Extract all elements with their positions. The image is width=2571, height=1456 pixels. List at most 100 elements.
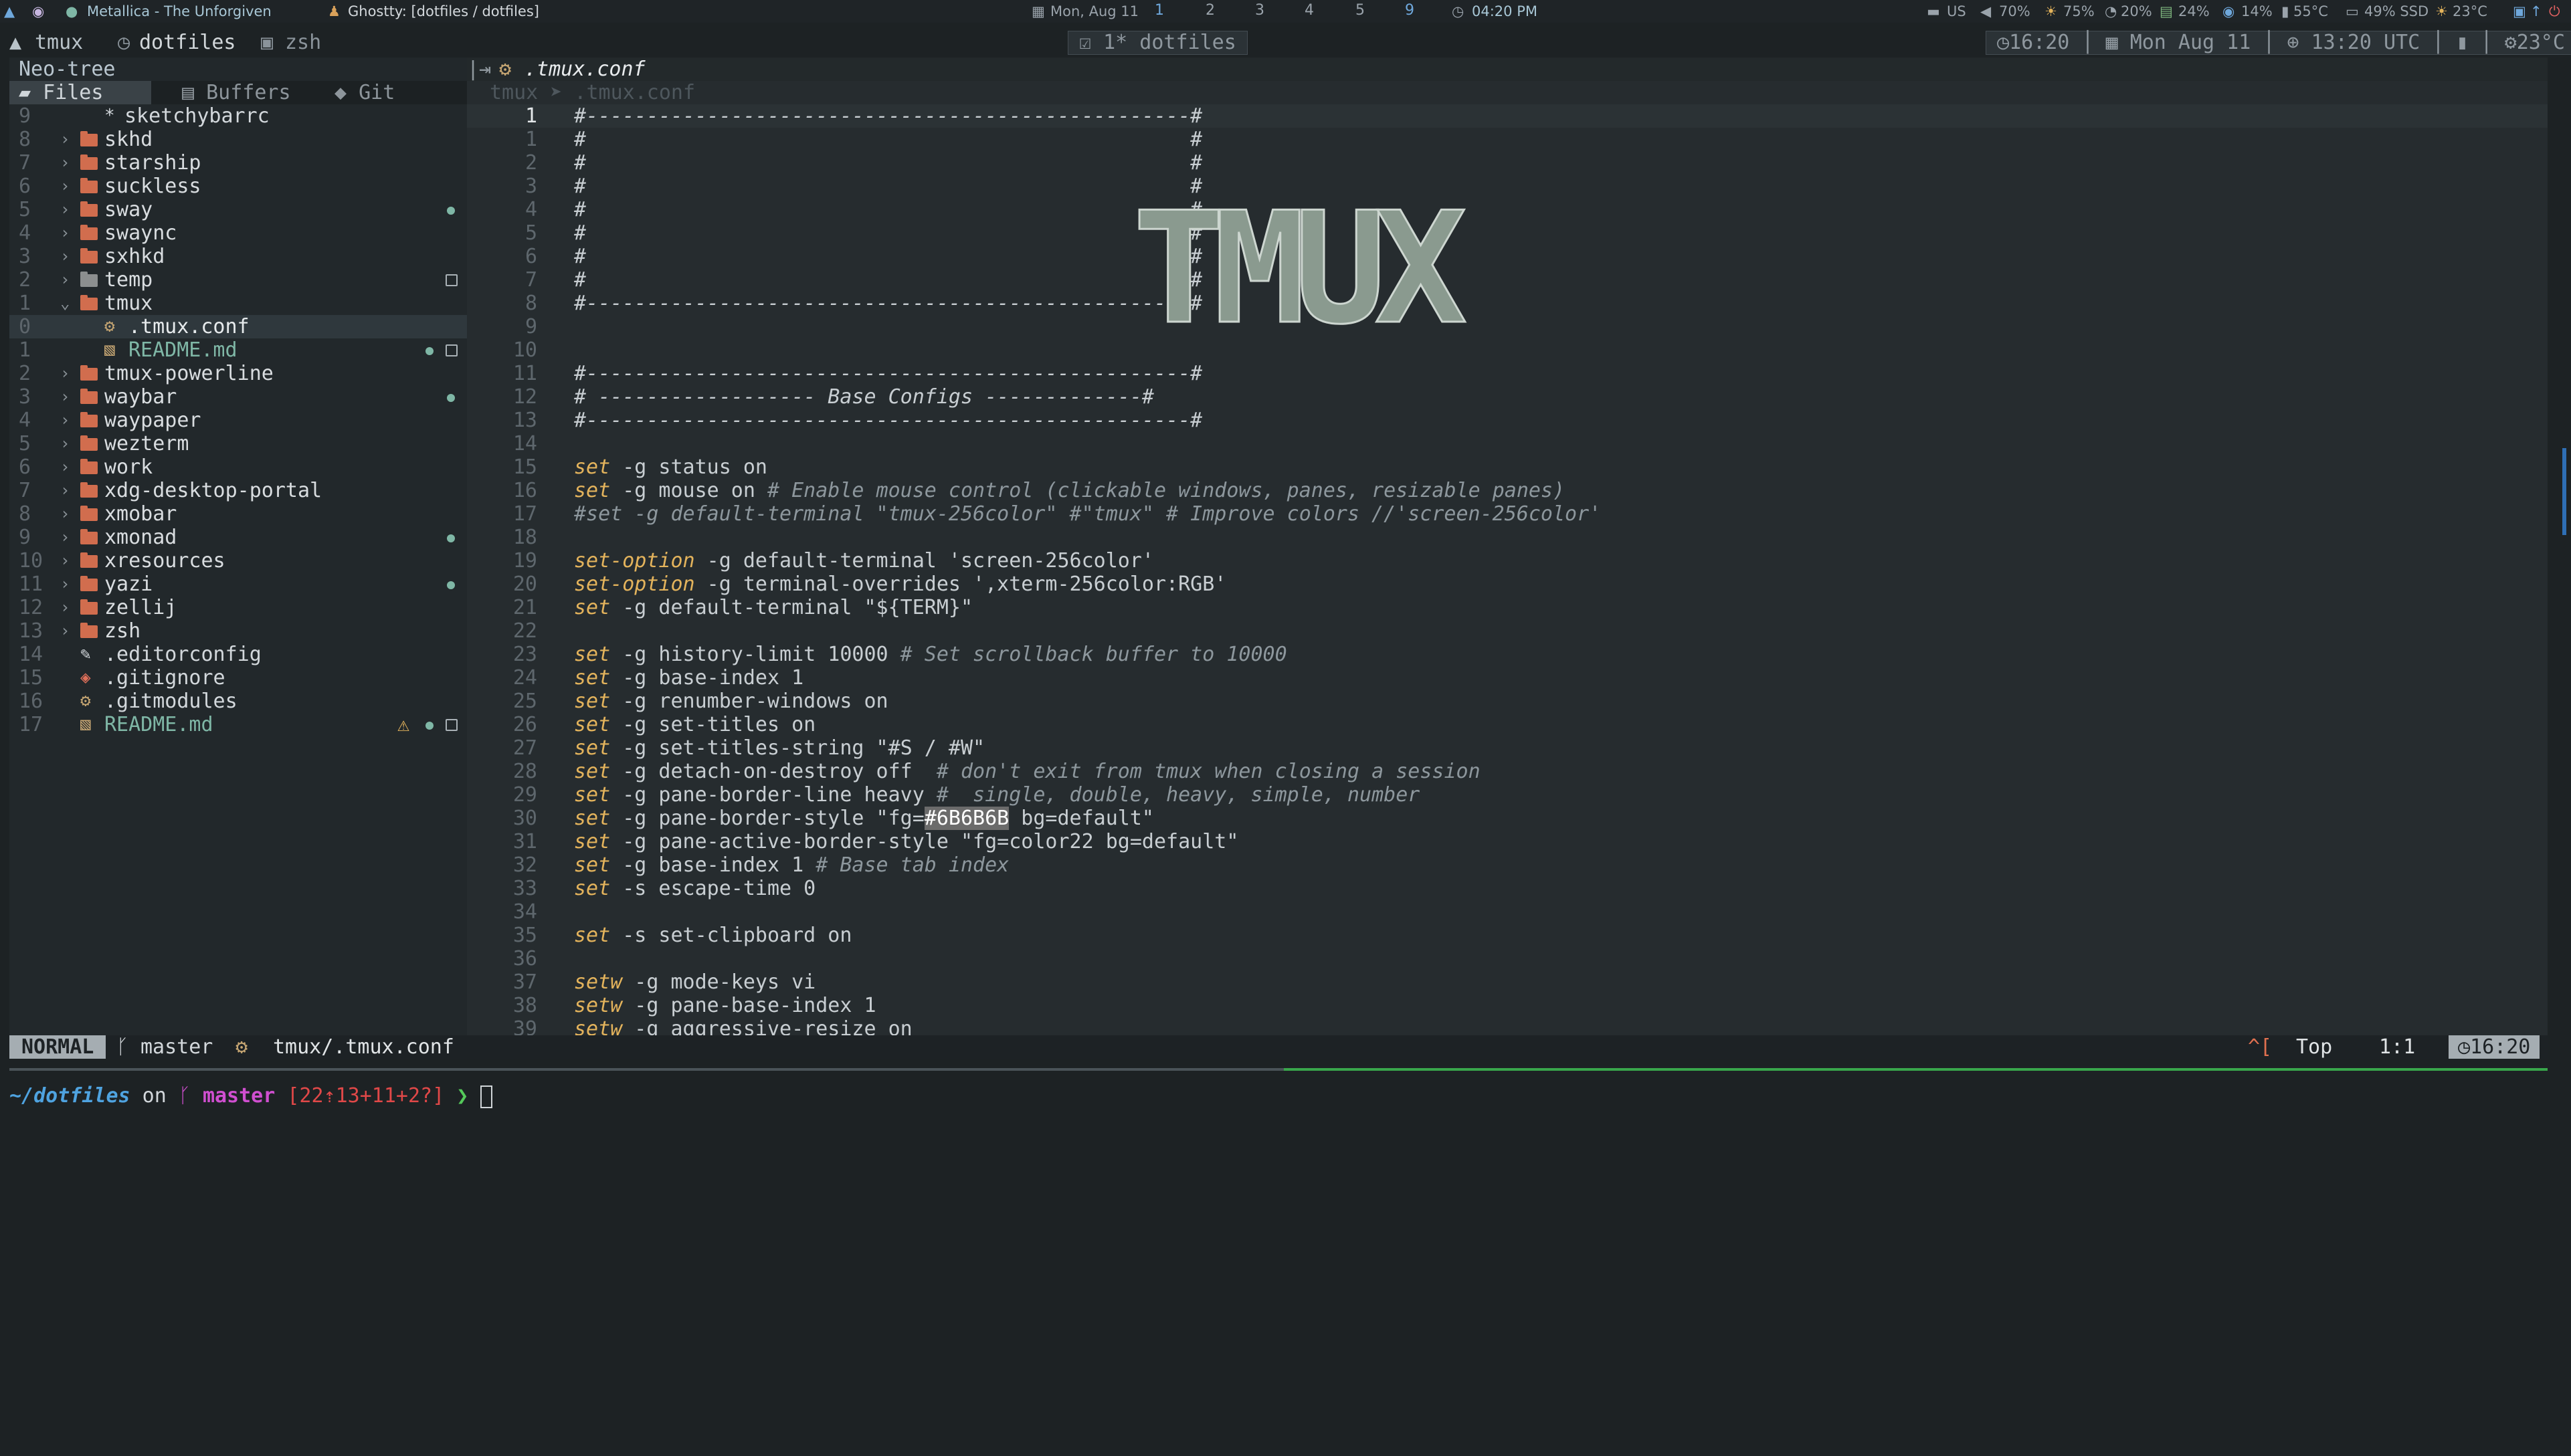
- code-line[interactable]: 19 set-option -g default-terminal 'screen…: [467, 549, 2548, 573]
- code-line[interactable]: 21 set -g default-terminal "${TERM}": [467, 596, 2548, 619]
- code-line[interactable]: 15 set -g status on: [467, 455, 2548, 479]
- code-line[interactable]: 20 set-option -g terminal-overrides ',xte…: [467, 573, 2548, 596]
- code-line[interactable]: 28 set -g detach-on-destroy off # don't e…: [467, 760, 2548, 783]
- tree-row[interactable]: 7 › starship: [9, 151, 467, 175]
- code-line[interactable]: 1 # #: [467, 128, 2548, 151]
- tree-row[interactable]: 4 › waypaper: [9, 409, 467, 432]
- tree-row[interactable]: 11 › yazi: [9, 573, 467, 596]
- code-line[interactable]: 34: [467, 900, 2548, 924]
- chevron-right-icon[interactable]: ›: [60, 221, 70, 245]
- tree-row[interactable]: 3 › sxhkd: [9, 245, 467, 268]
- code-line[interactable]: 16 set -g mouse on # Enable mouse control…: [467, 479, 2548, 502]
- tree-row[interactable]: 9 * sketchybarrc: [9, 104, 467, 128]
- code-line[interactable]: 31 set -g pane-active-border-style "fg=co…: [467, 830, 2548, 853]
- code-line[interactable]: 29 set -g pane-border-line heavy # single…: [467, 783, 2548, 807]
- chevron-right-icon[interactable]: ›: [60, 573, 70, 596]
- tree-row[interactable]: 6 › suckless: [9, 175, 467, 198]
- tree-row[interactable]: 2 › tmux-powerline: [9, 362, 467, 385]
- tray-icon[interactable]: ▣: [2513, 2, 2526, 21]
- code-line[interactable]: 12 # ------------------ Base Configs ----…: [467, 385, 2548, 409]
- tree-row[interactable]: 0 ⚙ .tmux.conf: [9, 315, 467, 338]
- tree-row[interactable]: 16 ⚙ .gitmodules: [9, 690, 467, 713]
- scrollbar-thumb[interactable]: [2562, 448, 2566, 535]
- code-line[interactable]: 36: [467, 947, 2548, 970]
- code-line[interactable]: 35 set -s set-clipboard on: [467, 924, 2548, 947]
- eye-icon[interactable]: ◉: [32, 2, 44, 21]
- code-line[interactable]: 30 set -g pane-border-style "fg=#6B6B6B b…: [467, 807, 2548, 830]
- code-line[interactable]: 3 # #: [467, 175, 2548, 198]
- chevron-right-icon[interactable]: ›: [60, 175, 70, 198]
- code-line[interactable]: 17 #set -g default-terminal "tmux-256colo…: [467, 502, 2548, 526]
- chevron-right-icon[interactable]: ›: [60, 245, 70, 268]
- code-line[interactable]: 38 setw -g pane-base-index 1: [467, 994, 2548, 1017]
- tree-row[interactable]: 13 › zsh: [9, 619, 467, 643]
- tree-row[interactable]: 12 › zellij: [9, 596, 467, 619]
- tab-git[interactable]: ◆ Git: [325, 81, 395, 104]
- tree-row[interactable]: 8 › xmobar: [9, 502, 467, 526]
- workspace-1[interactable]: 1: [1155, 1, 1164, 20]
- code-line[interactable]: 37 setw -g mode-keys vi: [467, 970, 2548, 994]
- tree-row[interactable]: 1 ▧ README.md: [9, 338, 467, 362]
- volume-text[interactable]: 70%: [1999, 2, 2030, 21]
- media-title[interactable]: Metallica - The Unforgiven: [87, 2, 272, 21]
- workspace-2[interactable]: 2: [1206, 1, 1215, 20]
- keyboard-layout[interactable]: US: [1947, 2, 1966, 21]
- code-line[interactable]: 10: [467, 338, 2548, 362]
- code-line[interactable]: 26 set -g set-titles on: [467, 713, 2548, 736]
- tree-row[interactable]: 2 › temp: [9, 268, 467, 292]
- tmux-window-dotfiles[interactable]: dotfiles: [139, 28, 236, 58]
- workspace-3[interactable]: 3: [1255, 1, 1264, 20]
- code-line[interactable]: 23 set -g history-limit 10000 # Set scrol…: [467, 643, 2548, 666]
- chevron-right-icon[interactable]: ›: [60, 526, 70, 549]
- chevron-right-icon[interactable]: ›: [60, 128, 70, 151]
- tree-row[interactable]: 9 › xmonad: [9, 526, 467, 549]
- update-icon[interactable]: ↑: [2530, 2, 2542, 21]
- code-line[interactable]: 32 set -g base-index 1 # Base tab index: [467, 853, 2548, 877]
- tree-row[interactable]: 7 › xdg-desktop-portal: [9, 479, 467, 502]
- chevron-right-icon[interactable]: ›: [60, 385, 70, 409]
- code-line[interactable]: 1 #--------------------------------------…: [467, 104, 2548, 128]
- workspace-4[interactable]: 4: [1305, 1, 1314, 20]
- terminal-pane[interactable]: ~/dotfiles on ᚴ master [22⇡13+11+2?] ❯: [0, 1073, 2571, 1456]
- code-line[interactable]: 13 #-------------------------------------…: [467, 409, 2548, 432]
- tmux-window-zsh[interactable]: zsh: [285, 28, 321, 58]
- code-line[interactable]: 33 set -s escape-time 0: [467, 877, 2548, 900]
- code-line[interactable]: 27 set -g set-titles-string "#S / #W": [467, 736, 2548, 760]
- power-icon[interactable]: ⏻: [2549, 2, 2560, 21]
- chevron-right-icon[interactable]: ›: [60, 455, 70, 479]
- chevron-right-icon[interactable]: ›: [60, 479, 70, 502]
- tree-row[interactable]: 8 › skhd: [9, 128, 467, 151]
- chevron-right-icon[interactable]: ›: [60, 151, 70, 175]
- terminal-cursor[interactable]: [480, 1085, 493, 1108]
- tree-row[interactable]: 5 › wezterm: [9, 432, 467, 455]
- tree-row[interactable]: 6 › work: [9, 455, 467, 479]
- chevron-right-icon[interactable]: ›: [60, 549, 70, 573]
- pane-separator[interactable]: [9, 1068, 2548, 1071]
- tree-row[interactable]: 5 › sway: [9, 198, 467, 221]
- chevron-right-icon[interactable]: ›: [60, 502, 70, 526]
- workspace-5[interactable]: 5: [1355, 1, 1365, 20]
- tree-row[interactable]: 14 ✎ .editorconfig: [9, 643, 467, 666]
- chevron-right-icon[interactable]: ›: [60, 619, 70, 643]
- tree-row[interactable]: 17 ▧ README.md ⚠: [9, 713, 467, 736]
- tree-row[interactable]: 15 ◈ .gitignore: [9, 666, 467, 690]
- breadcrumb[interactable]: tmux ➤ .tmux.conf: [467, 81, 2548, 104]
- chevron-right-icon[interactable]: ›: [60, 362, 70, 385]
- tree-row[interactable]: 1 ⌄ tmux: [9, 292, 467, 315]
- chevron-down-icon[interactable]: ⌄: [60, 292, 70, 315]
- tree-row[interactable]: 10 › xresources: [9, 549, 467, 573]
- tmux-current-window[interactable]: ☑ 1* dotfiles: [1068, 31, 1248, 55]
- code-line[interactable]: 22: [467, 619, 2548, 643]
- code-line[interactable]: 14: [467, 432, 2548, 455]
- arch-icon[interactable]: ▲: [4, 2, 15, 21]
- code-line[interactable]: 2 # #: [467, 151, 2548, 175]
- tree-row[interactable]: 3 › waybar: [9, 385, 467, 409]
- chevron-right-icon[interactable]: ›: [60, 268, 70, 292]
- code-line[interactable]: 25 set -g renumber-windows on: [467, 690, 2548, 713]
- code-line[interactable]: 18: [467, 526, 2548, 549]
- editor-tab-tmux-conf[interactable]: .tmux.conf: [525, 58, 646, 81]
- tree-row[interactable]: 4 › swaync: [9, 221, 467, 245]
- code-line[interactable]: 24 set -g base-index 1: [467, 666, 2548, 690]
- code-line[interactable]: 11 #-------------------------------------…: [467, 362, 2548, 385]
- chevron-right-icon[interactable]: ›: [60, 409, 70, 432]
